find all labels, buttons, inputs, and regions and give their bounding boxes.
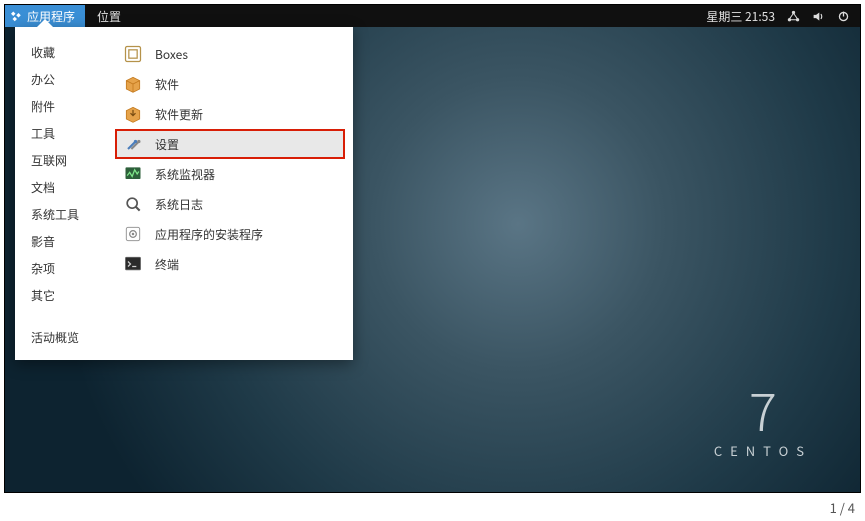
page-indicator: 1 / 4	[830, 498, 855, 517]
app-label: 系统监视器	[155, 166, 215, 183]
app-label: 终端	[155, 256, 179, 273]
software-icon	[123, 74, 143, 94]
category-favorites[interactable]: 收藏	[15, 39, 107, 66]
category-system-tools[interactable]: 系统工具	[15, 201, 107, 228]
top-bar: 应用程序 位置 星期三 21:53	[5, 5, 860, 27]
category-utilities[interactable]: 工具	[15, 120, 107, 147]
feet-icon	[11, 10, 23, 22]
category-accessories[interactable]: 附件	[15, 93, 107, 120]
app-label: 系统日志	[155, 196, 203, 213]
system-monitor-icon	[123, 164, 143, 184]
terminal-icon	[123, 254, 143, 274]
system-log-icon	[123, 194, 143, 214]
menu-places[interactable]: 位置	[85, 8, 133, 25]
app-system-log[interactable]: 系统日志	[115, 189, 345, 219]
app-label: 软件	[155, 76, 179, 93]
menu-categories: 收藏 办公 附件 工具 互联网 文档 系统工具 影音 杂项 其它 活动概览	[15, 27, 107, 360]
menu-places-label: 位置	[97, 8, 121, 25]
app-label: Boxes	[155, 46, 188, 63]
top-bar-right: 星期三 21:53	[696, 8, 860, 25]
category-sundry[interactable]: 杂项	[15, 255, 107, 282]
category-office[interactable]: 办公	[15, 66, 107, 93]
desktop-frame: 应用程序 位置 星期三 21:53 收藏 办公 附件 工具 互联网 文档	[4, 4, 861, 493]
clock-label[interactable]: 星期三 21:53	[706, 8, 775, 25]
centos-name: CENTOS	[714, 441, 812, 460]
boxes-icon	[123, 44, 143, 64]
app-settings[interactable]: 设置	[115, 129, 345, 159]
activities-overview[interactable]: 活动概览	[15, 319, 107, 360]
category-other[interactable]: 其它	[15, 282, 107, 309]
installer-icon	[123, 224, 143, 244]
app-installer[interactable]: 应用程序的安装程序	[115, 219, 345, 249]
app-label: 软件更新	[155, 106, 203, 123]
menu-apps-list: Boxes 软件 软件更新 设置	[107, 27, 353, 360]
category-sound-video[interactable]: 影音	[15, 228, 107, 255]
centos-version: 7	[714, 383, 812, 435]
app-label: 应用程序的安装程序	[155, 226, 263, 243]
category-internet[interactable]: 互联网	[15, 147, 107, 174]
app-software-update[interactable]: 软件更新	[115, 99, 345, 129]
applications-menu-popup: 收藏 办公 附件 工具 互联网 文档 系统工具 影音 杂项 其它 活动概览 Bo…	[15, 27, 353, 360]
app-software[interactable]: 软件	[115, 69, 345, 99]
centos-branding: 7 CENTOS	[714, 383, 812, 460]
app-label: 设置	[155, 136, 179, 153]
app-system-monitor[interactable]: 系统监视器	[115, 159, 345, 189]
volume-icon[interactable]	[812, 10, 825, 23]
category-documentation[interactable]: 文档	[15, 174, 107, 201]
app-boxes[interactable]: Boxes	[115, 39, 345, 69]
software-update-icon	[123, 104, 143, 124]
settings-icon	[123, 134, 143, 154]
network-icon[interactable]	[787, 10, 800, 23]
power-icon[interactable]	[837, 10, 850, 23]
app-terminal[interactable]: 终端	[115, 249, 345, 279]
